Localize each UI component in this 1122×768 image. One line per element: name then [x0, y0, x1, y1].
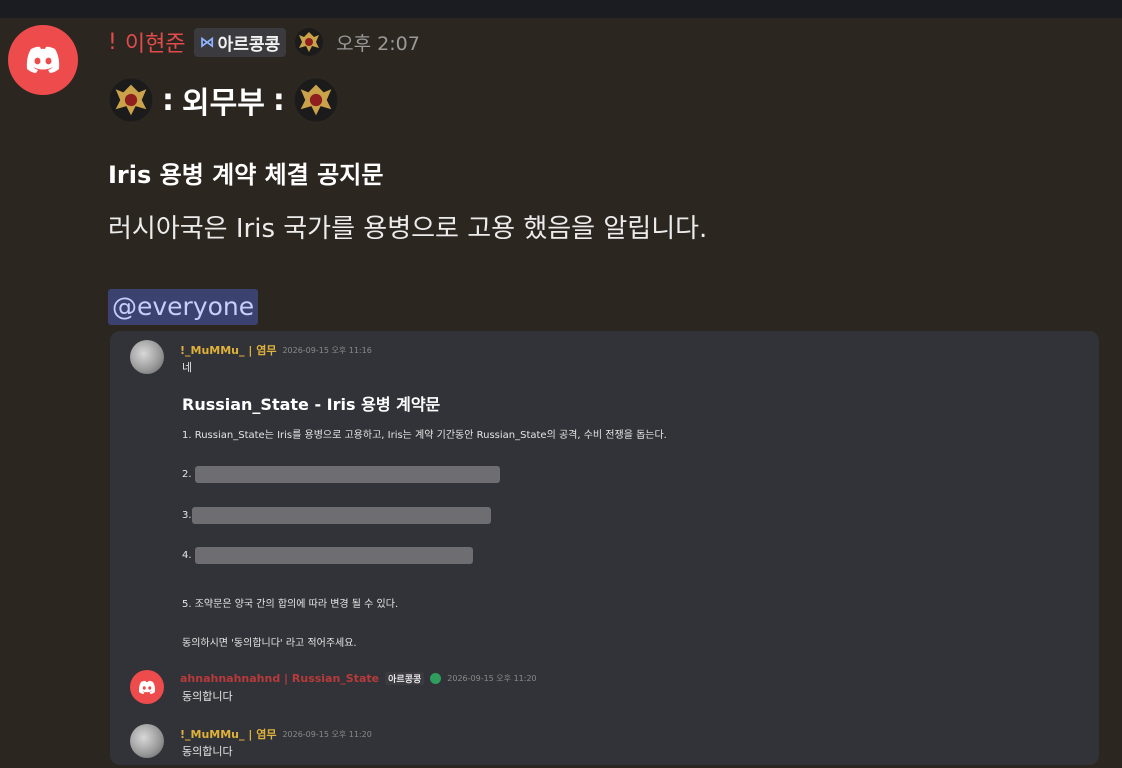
msg1-reply: 네: [182, 361, 193, 374]
username[interactable]: 이현준: [125, 26, 186, 58]
mummu-avatar: [130, 724, 164, 758]
msg1-author: !_MuMMu_ | 염무: [180, 344, 277, 357]
server-tag[interactable]: ⋈ 아르콩콩: [193, 27, 287, 57]
msg3-timestamp: 2026-09-15 오후 11:20: [282, 729, 372, 739]
msg3-author-line: !_MuMMu_ | 염무 2026-09-15 오후 11:20: [180, 726, 372, 742]
clause-4-number: 4.: [182, 550, 192, 561]
eagle-emblem-icon: [293, 77, 339, 123]
msg2-reply: 동의합니다: [182, 690, 233, 703]
clause-2-number: 2.: [182, 469, 192, 480]
message-header: ! 이현준 ⋈ 아르콩콩 오후 2:07: [108, 26, 420, 58]
msg2-author-line: ahnahnahnahnd | Russian_State 아르콩콩 2026-…: [180, 672, 537, 685]
mummu-avatar: [130, 340, 164, 374]
consent-prompt: 동의하시면 '동의합니다' 라고 적어주세요.: [182, 638, 357, 649]
announcement-body: 러시아국은 Iris 국가를 용병으로 고용 했음을 알립니다.: [108, 214, 708, 244]
msg3-reply: 동의합니다: [182, 745, 233, 758]
msg1-author-line: !_MuMMu_ | 염무 2026-09-15 오후 11:16: [180, 342, 372, 358]
everyone-mention[interactable]: @everyone: [108, 289, 259, 325]
top-bar: [0, 0, 1122, 18]
contract-title: Russian_State - Iris 용병 계약문: [182, 395, 441, 414]
separator-left: :: [162, 82, 174, 118]
badge-icon: [430, 673, 442, 684]
msg2-author: ahnahnahnahnd | Russian_State: [180, 672, 380, 685]
msg3-author: !_MuMMu_ | 염무: [180, 728, 277, 741]
clause-3-number: 3.: [182, 510, 192, 521]
ministry-name: 외무부: [182, 86, 265, 121]
butterfly-icon: ⋈: [199, 33, 215, 51]
eagle-emblem-icon: [108, 77, 154, 123]
message-timestamp: 오후 2:07: [336, 32, 420, 55]
server-tag-label: 아르콩콩: [217, 34, 281, 55]
contract-clause-5: 5. 조약문은 양국 간의 합의에 따라 변경 될 수 있다.: [182, 599, 399, 610]
russian-state-avatar: [130, 670, 164, 704]
eagle-emblem-icon: [294, 27, 324, 57]
username-prefix: !: [108, 29, 117, 55]
separator-right: :: [272, 82, 285, 118]
discord-logo-icon: [26, 46, 60, 73]
redacted-clause-2: [195, 466, 500, 483]
embedded-conversation-image[interactable]: !_MuMMu_ | 염무 2026-09-15 오후 11:16 네 Russ…: [110, 331, 1099, 765]
announcement-title: Iris 용병 계약 체결 공지문: [108, 161, 384, 189]
discord-avatar[interactable]: [8, 25, 78, 95]
msg2-timestamp: 2026-09-15 오후 11:20: [447, 674, 537, 683]
discord-logo-icon: [138, 680, 156, 694]
ministry-heading: : 외무부 :: [108, 74, 339, 126]
msg2-server-tag: 아르콩콩: [385, 672, 425, 685]
redacted-clause-3: [192, 507, 491, 524]
redacted-clause-4: [195, 547, 473, 564]
contract-clause-1: 1. Russian_State는 Iris를 용병으로 고용하고, Iris는…: [182, 430, 667, 441]
msg1-timestamp: 2026-09-15 오후 11:16: [282, 345, 372, 355]
